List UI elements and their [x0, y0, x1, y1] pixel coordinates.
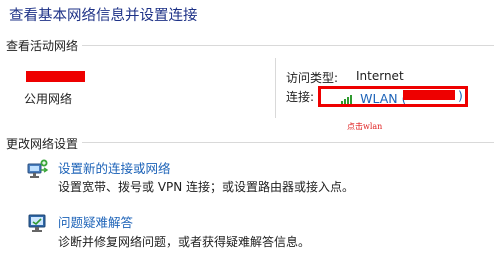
network-type-label[interactable]: 公用网络: [24, 90, 72, 107]
section-divider: [80, 142, 494, 143]
highlight-box: [318, 86, 468, 107]
vertical-divider: [275, 58, 276, 118]
setup-connection-link[interactable]: 设置新的连接或网络: [58, 158, 171, 177]
troubleshoot-description: 诊断并修复网络问题，或者获得疑难解答信息。: [58, 235, 311, 249]
access-type-label: 访问类型:: [286, 71, 339, 85]
section-divider: [80, 45, 494, 46]
redacted-network-name: [26, 71, 85, 82]
troubleshoot-icon: [27, 212, 49, 234]
access-type-value: Internet: [356, 69, 404, 83]
network-setup-icon: [27, 158, 49, 180]
setup-connection-description: 设置宽带、拨号或 VPN 连接；或设置路由器或接入点。: [58, 180, 355, 194]
change-settings-heading: 更改网络设置: [6, 135, 83, 152]
page-title: 查看基本网络信息并设置连接: [9, 8, 198, 24]
active-networks-heading: 查看活动网络: [6, 37, 83, 54]
connection-label: 连接:: [286, 90, 315, 104]
annotation-text: 点击wlan: [347, 122, 383, 131]
troubleshoot-link[interactable]: 问题疑难解答: [58, 212, 133, 231]
